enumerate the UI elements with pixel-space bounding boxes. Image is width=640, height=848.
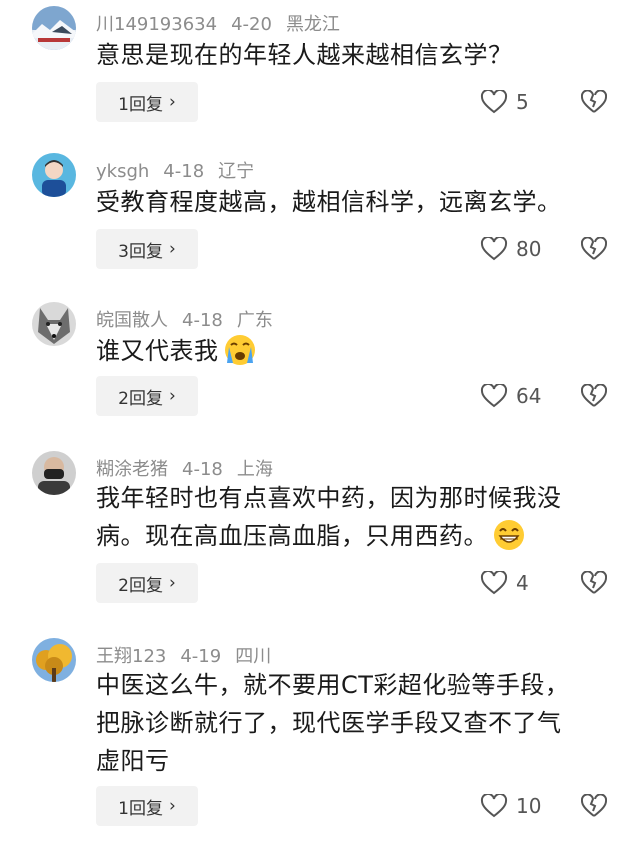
autumn-tree-icon [32,638,76,682]
heart-icon [480,90,508,114]
avatar[interactable] [32,638,76,682]
comment-text-line: 意思是现在的年轻人越来越相信玄学？ [96,41,513,69]
comment-meta: 川149193634 4-20 黑龙江 [96,10,354,36]
comment-location: 上海 [236,459,273,480]
comment-date: 4-19 [180,646,222,667]
comment-text: 受教育程度越高，越相信科学，远离玄学。 [96,183,616,221]
broken-heart-icon [581,90,607,113]
comment-location: 黑龙江 [285,14,340,35]
comment-text-line: 虚阳亏 [96,747,170,775]
crying-face-emoji-icon [224,335,255,365]
reply-button[interactable]: 1回复 › [96,786,198,826]
comment-location: 四川 [235,646,272,667]
broken-heart-icon [581,794,607,817]
reply-button[interactable]: 3回复 › [96,229,198,269]
chevron-right-icon: › [169,239,176,259]
comment-meta: 皖国散人 4-18 广东 [96,306,287,332]
comment-text-line: 中医这么牛，就不要用CT彩超化验等手段， [96,671,570,699]
heart-icon [480,571,508,595]
comment-location: 辽宁 [218,161,255,182]
username[interactable]: yksgh [96,161,149,182]
comment-text: 意思是现在的年轻人越来越相信玄学？ [96,36,616,74]
heart-icon [480,794,508,818]
reply-count: 3回复 [118,241,163,262]
broken-heart-icon [581,237,607,260]
broken-heart-icon [581,571,607,594]
heart-icon [480,384,508,408]
broken-heart-icon [581,384,607,407]
comment-date: 4-20 [231,14,272,35]
reply-button[interactable]: 2回复 › [96,563,198,603]
reply-count: 1回复 [118,94,163,115]
like-button[interactable]: 64 [480,376,541,416]
masked-man-icon [32,451,76,495]
comment-date: 4-18 [182,459,223,480]
wolf-icon [32,302,76,346]
chevron-right-icon: › [169,386,176,406]
comment-meta: 王翔123 4-19 四川 [96,642,285,668]
like-count: 4 [516,571,529,595]
like-count: 64 [516,384,542,408]
username[interactable]: 糊涂老猪 [96,459,168,480]
dislike-button[interactable] [580,786,608,826]
like-button[interactable]: 5 [480,82,529,122]
comment-meta: yksgh 4-18 辽宁 [96,157,268,183]
avatar[interactable] [32,451,76,495]
comment-meta: 糊涂老猪 4-18 上海 [96,455,287,481]
username[interactable]: 皖国散人 [96,310,168,331]
dislike-button[interactable] [580,376,608,416]
child-icon [32,153,76,197]
avatar[interactable] [32,302,76,346]
comment-date: 4-18 [163,161,205,182]
like-count: 10 [516,794,542,818]
reply-button[interactable]: 2回复 › [96,376,198,416]
reply-button[interactable]: 1回复 › [96,82,198,122]
snowy-mountain-icon [32,6,76,50]
like-button[interactable]: 80 [480,229,541,269]
chevron-right-icon: › [169,796,176,816]
reply-count: 1回复 [118,798,163,819]
comment-text-line-wrap: 病。现在高血压高血脂，只用西药。 [96,517,616,555]
comment-text-line: 谁又代表我 [96,337,219,365]
dislike-button[interactable] [580,563,608,603]
dislike-button[interactable] [580,82,608,122]
avatar[interactable] [32,153,76,197]
grinning-face-emoji-icon [494,520,524,550]
username[interactable]: 川149193634 [96,14,217,35]
like-count: 80 [516,237,542,261]
chevron-right-icon: › [169,573,176,593]
comment-text: 谁又代表我 [96,332,616,370]
dislike-button[interactable] [580,229,608,269]
chevron-right-icon: › [169,92,176,112]
reply-count: 2回复 [118,388,163,409]
comment-text: 中医这么牛，就不要用CT彩超化验等手段， 把脉诊断就行了，现代医学手段又查不了气… [96,666,616,780]
comment-text-line: 受教育程度越高，越相信科学，远离玄学。 [96,188,562,216]
comment-text-line: 我年轻时也有点喜欢中药，因为那时候我没 [96,484,562,512]
username[interactable]: 王翔123 [96,646,166,667]
avatar[interactable] [32,6,76,50]
comment-location: 广东 [236,310,273,331]
comment-date: 4-18 [182,310,223,331]
like-count: 5 [516,90,529,114]
like-button[interactable]: 10 [480,786,541,826]
comment-text: 我年轻时也有点喜欢中药，因为那时候我没 病。现在高血压高血脂，只用西药。 [96,479,616,555]
comment-text-line: 把脉诊断就行了，现代医学手段又查不了气 [96,709,562,737]
comment-text-line: 病。现在高血压高血脂，只用西药。 [96,522,488,550]
reply-count: 2回复 [118,575,163,596]
like-button[interactable]: 4 [480,563,529,603]
heart-icon [480,237,508,261]
